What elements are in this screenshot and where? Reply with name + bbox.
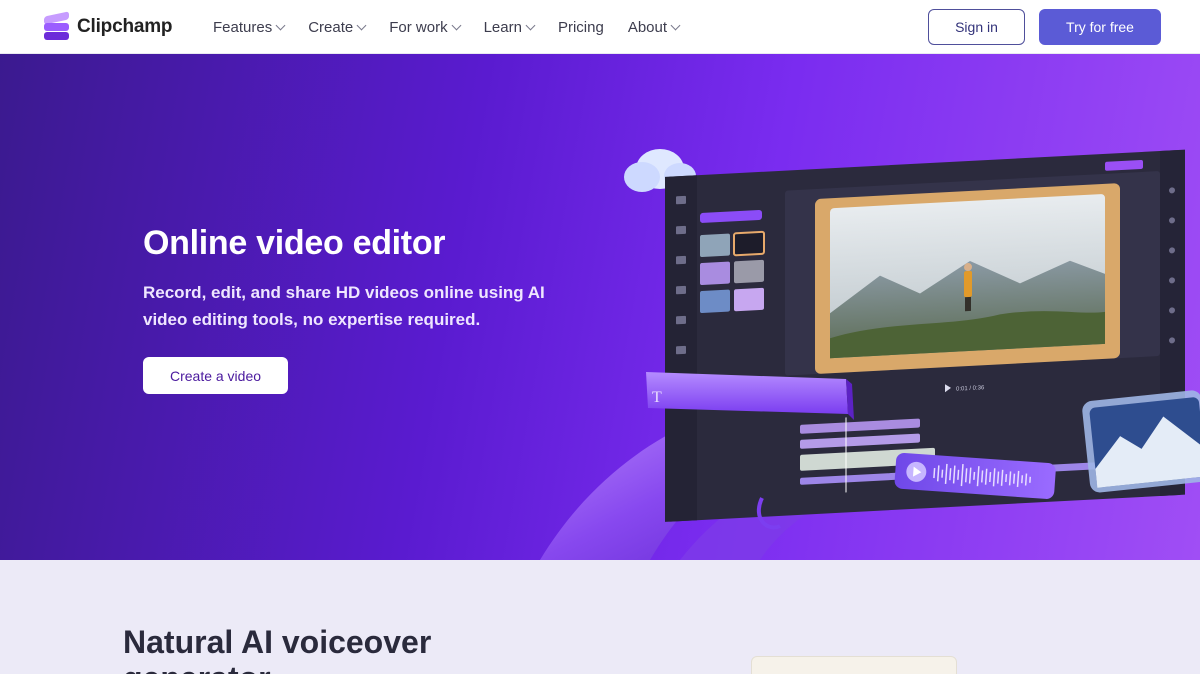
- nav-learn[interactable]: Learn: [483, 18, 536, 36]
- person-figure: [964, 270, 972, 298]
- clipchamp-logo[interactable]: Clipchamp: [44, 11, 173, 41]
- media-thumbnail: [700, 261, 730, 285]
- nav-for-work-label: For work: [389, 18, 448, 36]
- media-thumbnail: [734, 287, 764, 312]
- brand-name: Clipchamp: [77, 16, 173, 37]
- nav-about[interactable]: About: [627, 18, 681, 36]
- try-for-free-button[interactable]: Try for free: [1039, 9, 1161, 45]
- nav-learn-label: Learn: [483, 18, 522, 36]
- chevron-down-icon: [356, 20, 367, 30]
- chevron-down-icon: [525, 20, 536, 30]
- nav-for-work[interactable]: For work: [389, 18, 462, 36]
- nav-features-label: Features: [213, 18, 273, 36]
- media-thumbnail: [700, 289, 730, 313]
- media-thumbnail: [734, 259, 764, 284]
- floating-image-tile: [1082, 390, 1200, 493]
- nav-pricing[interactable]: Pricing: [558, 19, 604, 36]
- hero-subtitle: Record, edit, and share HD videos online…: [143, 283, 545, 329]
- chevron-down-icon: [670, 20, 681, 30]
- nav-create[interactable]: Create: [308, 18, 367, 36]
- logo-icon: [44, 11, 69, 40]
- voiceover-card: [751, 656, 957, 674]
- hero-section: Online video editor Record, edit, and sh…: [0, 54, 1200, 560]
- voiceover-title: Natural AI voiceover generator: [123, 624, 432, 674]
- text-icon: T: [652, 389, 662, 406]
- nav-about-label: About: [627, 18, 668, 36]
- top-navigation: Clipchamp Features Create For work Learn…: [0, 0, 1200, 54]
- create-video-button[interactable]: Create a video: [143, 357, 288, 394]
- editor-illustration: 0:01 / 0:36 T: [540, 149, 1200, 560]
- voiceover-section: Natural AI voiceover generator: [0, 560, 1200, 674]
- chevron-down-icon: [275, 20, 286, 30]
- chevron-down-icon: [451, 20, 462, 30]
- hero-title: Online video editor: [143, 224, 446, 262]
- main-menu: Features Create For work Learn Pricing A…: [213, 0, 703, 54]
- nav-features[interactable]: Features: [213, 18, 286, 36]
- media-thumbnail: [733, 230, 765, 257]
- nav-pricing-label: Pricing: [557, 18, 604, 36]
- sign-in-button[interactable]: Sign in: [928, 9, 1025, 45]
- media-thumbnail: [700, 233, 730, 257]
- nav-create-label: Create: [308, 18, 354, 36]
